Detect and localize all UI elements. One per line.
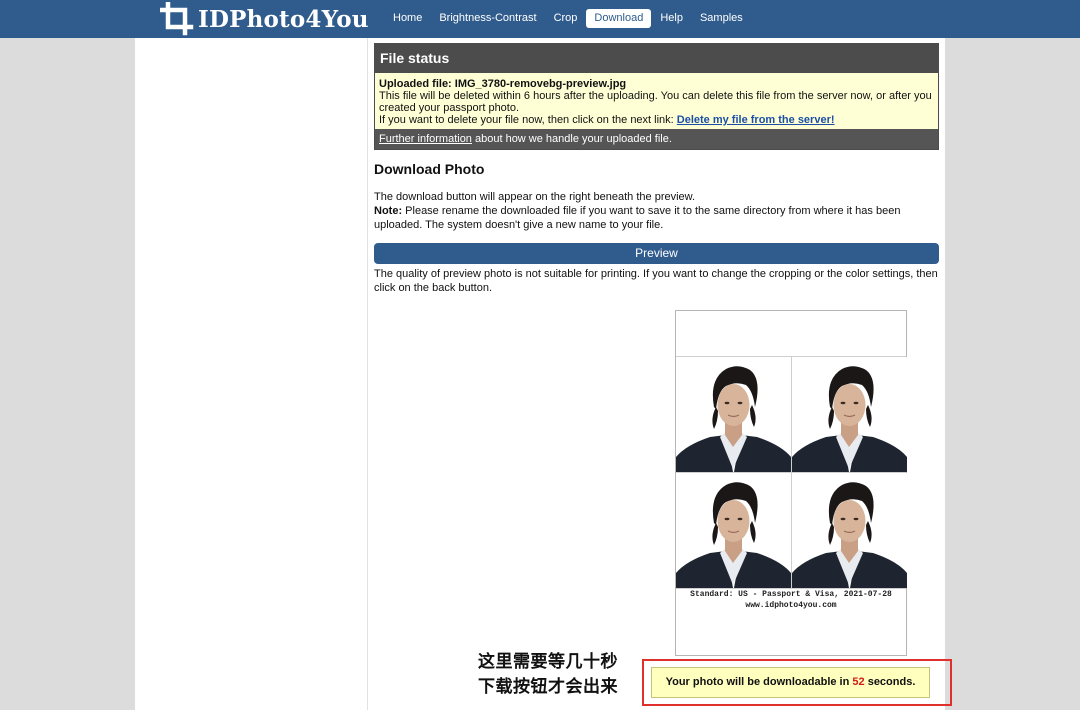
annotation-line-2: 下载按钮才会出来 (478, 677, 618, 697)
nav-brightness-contrast[interactable]: Brightness-Contrast (431, 9, 544, 28)
file-status-panel: File status Uploaded file: IMG_3780-remo… (374, 43, 939, 150)
top-nav-bar: IDPhoto4You Home Brightness-Contrast Cro… (0, 0, 1080, 38)
photo-sheet-preview: Standard: US - Passport & Visa, 2021-07-… (675, 310, 907, 656)
countdown-suffix: seconds. (864, 676, 916, 688)
photo-grid (676, 357, 907, 589)
further-information-text: about how we handle your uploaded file. (471, 133, 672, 145)
download-instructions: The download button will appear on the r… (374, 190, 939, 232)
nav-samples[interactable]: Samples (692, 9, 751, 28)
nav-home[interactable]: Home (385, 9, 430, 28)
note-text: Please rename the downloaded file if you… (374, 205, 901, 231)
website-caption: www.idphoto4you.com (745, 601, 837, 610)
preview-info: The quality of preview photo is not suit… (374, 268, 938, 294)
passport-photo (792, 357, 907, 472)
file-status-footer: Further information about how we handle … (375, 129, 938, 149)
download-photo-heading: Download Photo (374, 161, 485, 177)
wait-annotation: 这里需要等几十秒 下载按钮才会出来 (478, 650, 618, 700)
standard-caption: Standard: US - Passport & Visa, 2021-07-… (690, 590, 892, 599)
sheet-caption: Standard: US - Passport & Visa, 2021-07-… (676, 589, 906, 611)
uploaded-file-label: Uploaded file: IMG_3780-removebg-preview… (379, 78, 627, 90)
deletion-info: This file will be deleted within 6 hours… (379, 90, 932, 114)
download-info: The download button will appear on the r… (374, 191, 696, 203)
preview-header: Preview (374, 243, 939, 264)
delete-file-link[interactable]: Delete my file from the server! (677, 114, 835, 126)
file-status-body: Uploaded file: IMG_3780-removebg-preview… (375, 73, 938, 129)
countdown-prefix: Your photo will be downloadable in (665, 676, 853, 688)
download-countdown-notice: Your photo will be downloadable in 52 se… (651, 667, 930, 698)
sheet-top-margin (676, 311, 906, 357)
file-status-title: File status (375, 44, 938, 73)
nav-download[interactable]: Download (586, 9, 652, 28)
passport-photo (676, 357, 791, 472)
left-column (135, 38, 368, 710)
annotation-line-1: 这里需要等几十秒 (478, 652, 618, 672)
main-nav: Home Brightness-Contrast Crop Download H… (385, 9, 752, 28)
main-content: File status Uploaded file: IMG_3780-remo… (374, 43, 939, 295)
page-body: File status Uploaded file: IMG_3780-remo… (135, 38, 945, 710)
nav-help[interactable]: Help (652, 9, 691, 28)
note-label: Note: (374, 205, 403, 217)
nav-crop[interactable]: Crop (546, 9, 586, 28)
further-information-link[interactable]: Further information (379, 133, 472, 145)
crop-logo-icon (160, 2, 194, 36)
site-logo[interactable]: IDPhoto4You (160, 2, 369, 36)
passport-photo (676, 473, 791, 588)
delete-instruction: If you want to delete your file now, the… (379, 114, 677, 126)
passport-photo (792, 473, 907, 588)
countdown-seconds: 52 (852, 676, 865, 688)
logo-text: IDPhoto4You (198, 5, 369, 33)
